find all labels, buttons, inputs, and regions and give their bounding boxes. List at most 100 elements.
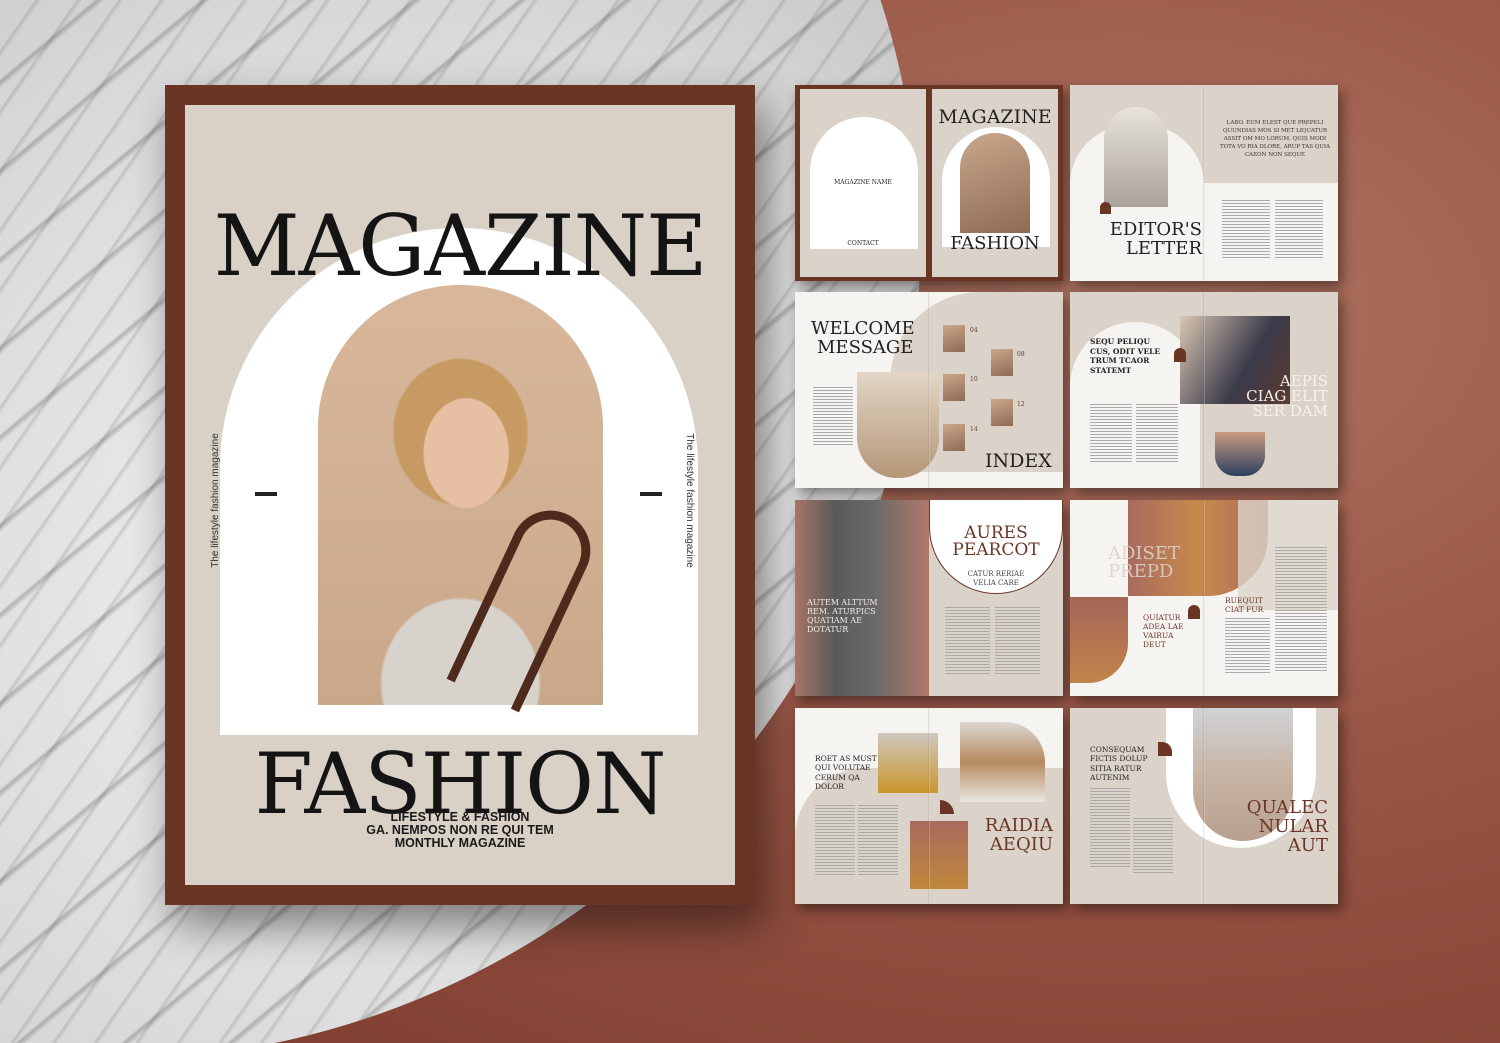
accent-shape <box>1100 202 1111 214</box>
body-text <box>1275 547 1327 673</box>
title-line: RAIDIA <box>984 815 1053 836</box>
spread-covers: MAGAZINE NAME CONTACT MAGAZINE FASHION <box>795 85 1063 281</box>
title-line: PREPD <box>1108 561 1174 582</box>
accent-shape <box>1188 605 1200 619</box>
heading-line: QUI VOLUTAE <box>815 763 871 773</box>
mini-cover-photo <box>960 133 1030 233</box>
spread-fold <box>1203 500 1205 696</box>
heading-line: ADEA LAE <box>1143 622 1184 631</box>
heading-line: CUS, ODIT VELE <box>1090 346 1161 356</box>
index-thumb <box>943 374 965 401</box>
index-number: 10 <box>970 376 978 383</box>
heading-line: CONSEQUAM <box>1090 745 1145 754</box>
heading-line: DOLOR <box>815 781 844 791</box>
dash-right <box>640 492 662 496</box>
spread-adiset: ADISET PREPD QUIATUR ADEA LAE VAIRUA DEUT RU… <box>1070 500 1338 696</box>
title-line: PEARCOT <box>952 540 1040 560</box>
aures-overlay: AUTEM ALTTUM REM. ATURPICS QUATIAM AE DOTAT… <box>807 598 878 634</box>
dash-left <box>255 492 277 496</box>
side-line: RUEQUIT <box>1225 596 1263 605</box>
portrait-photo <box>960 722 1045 802</box>
heading-line: CERUM QA <box>815 772 860 782</box>
accent-shape <box>1174 348 1186 362</box>
subtitle-line: MONTHLY MAGAZINE <box>394 836 526 850</box>
cover-photo <box>318 285 603 705</box>
spread-welcome-index: WELCOME MESSAGE 04 08 10 12 14 INDEX <box>795 292 1063 488</box>
welcome-title-2: MESSAGE <box>817 337 914 358</box>
title-line: QUALEC <box>1246 797 1328 818</box>
body-text <box>1133 818 1173 873</box>
spread-raidia: ROET AS MUST QUI VOLUTAE CERUM QA DOLOR RAI… <box>795 708 1063 904</box>
magazine-cover: MAGAZINE FASHION The lifestyle fashion m… <box>165 85 755 905</box>
editor-title-2: LETTER <box>1125 238 1202 259</box>
cover-subtitle: LIFESTYLE & FASHION GA. NEMPOS NON RE QU… <box>185 811 735 850</box>
index-thumb <box>943 424 965 451</box>
body-text <box>1275 200 1323 260</box>
spread-aures: AUTEM ALTTUM REM. ATURPICS QUATIAM AE DOTAT… <box>795 500 1063 696</box>
coat-photo <box>910 821 968 889</box>
spread-editors-letter: LABO. EUM ELEST QUE PREPELI QUUNDIAS MOS… <box>1070 85 1338 281</box>
index-title: INDEX <box>985 450 1052 472</box>
qualec-heading: CONSEQUAM FICTIS DOLUP SITIA RATUR AUTENIM <box>1090 745 1148 782</box>
cover-title-top: MAGAZINE <box>213 197 708 295</box>
cover-page: MAGAZINE FASHION The lifestyle fashion m… <box>185 105 735 885</box>
heading-line: SITIA RATUR <box>1090 763 1142 773</box>
statement-photo-small <box>1215 432 1265 476</box>
spread-qualec: CONSEQUAM FICTIS DOLUP SITIA RATUR AUTENIM … <box>1070 708 1338 904</box>
spread-fold <box>1203 708 1205 904</box>
index-thumb <box>991 349 1013 376</box>
title-line: AEQIU <box>989 834 1053 855</box>
adiset-heading: QUIATUR ADEA LAE VAIRUA DEUT <box>1143 613 1184 649</box>
index-number: 04 <box>970 327 978 334</box>
index-number: 12 <box>1017 401 1025 408</box>
editor-title-1: EDITOR'S <box>1109 219 1202 240</box>
welcome-photo <box>857 372 939 478</box>
editor-quote: LABO. EUM ELEST QUE PREPELI QUUNDIAS MOS… <box>1220 120 1330 158</box>
heading-line: VAIRUA <box>1143 631 1174 640</box>
overlay-line: QUATIAM AE <box>807 616 863 625</box>
overlay-line: DOTATUR <box>807 625 849 634</box>
body-text <box>1090 788 1130 868</box>
raidia-title: RAIDIA AEQIU <box>973 816 1053 854</box>
mini-cover-title: MAGAZINE <box>938 106 1052 128</box>
back-contact: CONTACT <box>847 240 879 247</box>
overlay-line: SER DAM <box>1252 402 1328 420</box>
body-text <box>945 607 990 675</box>
qualec-title: QUALEC NULAR AUT <box>1240 798 1328 855</box>
side-text-right: The lifestyle fashion magazine <box>683 433 695 568</box>
subtitle-line: VELIA CARE <box>973 578 1019 587</box>
adiset-title: ADISET PREPD <box>1108 545 1180 581</box>
heading-line: SEQU PELIQU <box>1090 337 1151 346</box>
title-line: AUT <box>1287 835 1328 856</box>
spread-fold <box>1203 292 1205 488</box>
heading-line: DEUT <box>1143 640 1166 649</box>
index-thumb <box>943 325 965 352</box>
body-text <box>995 607 1040 675</box>
heading-line: AUTENIM <box>1090 772 1130 782</box>
title-line: NULAR <box>1258 816 1328 837</box>
adiset-side: RUEQUIT CIAT FUR <box>1225 596 1263 614</box>
aures-subtitle: CATUR RERIAE VELIA CARE <box>929 570 1063 587</box>
heading-line: STATEMT <box>1090 365 1132 375</box>
spread-fold <box>928 292 930 488</box>
side-text-left: The lifestyle fashion magazine <box>209 433 221 568</box>
aures-title: AURES PEARCOT <box>929 525 1063 559</box>
spread-statement: SEQU PELIQU CUS, ODIT VELE TRUM TCAOR STATE… <box>1070 292 1338 488</box>
heading-line: FICTIS DOLUP <box>1090 754 1148 764</box>
back-title: MAGAZINE NAME <box>834 179 892 186</box>
body-text <box>813 387 853 447</box>
spread-fold <box>1203 85 1205 281</box>
index-number: 14 <box>970 426 978 433</box>
heading-line: TRUM TCAOR <box>1090 356 1150 365</box>
overlay-line: AUTEM ALTTUM <box>807 598 878 607</box>
portrait-photo <box>1070 597 1128 683</box>
body-text <box>1136 404 1178 464</box>
index-number: 08 <box>1017 351 1025 358</box>
body-text <box>815 805 855 875</box>
statement-heading: SEQU PELIQU CUS, ODIT VELE TRUM TCAOR STATE… <box>1090 337 1160 375</box>
spread-fold <box>928 708 930 904</box>
heading-line: ROET AS MUST <box>815 754 877 763</box>
body-text <box>1222 200 1270 260</box>
editor-photo <box>1104 107 1168 207</box>
body-text <box>1090 404 1132 464</box>
